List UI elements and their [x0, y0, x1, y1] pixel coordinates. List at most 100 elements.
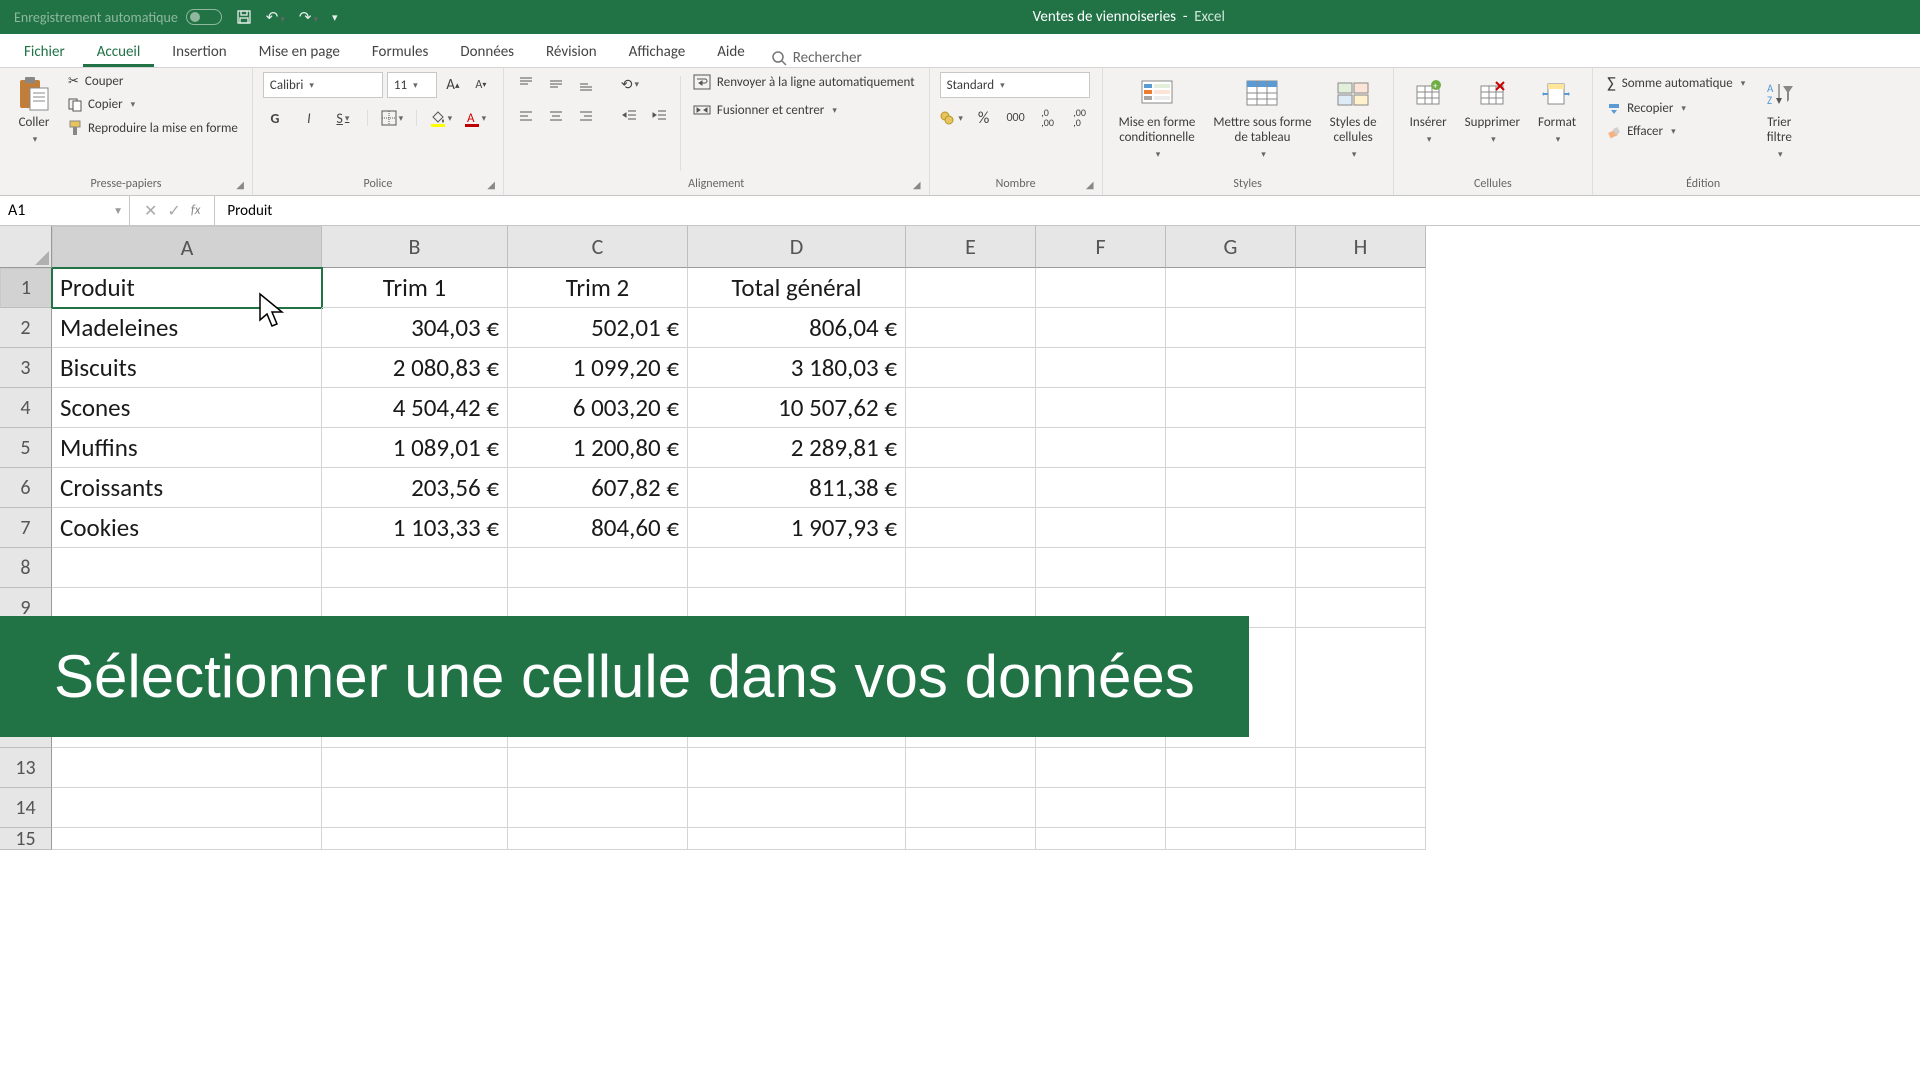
autosum-button[interactable]: ∑ Somme automatique [1603, 72, 1749, 95]
increase-decimal-icon[interactable]: ,0,00 [1036, 106, 1060, 130]
cell[interactable]: Madeleines [52, 308, 322, 348]
cell[interactable]: 10 507,62 € [688, 388, 906, 428]
cell[interactable] [1166, 748, 1296, 788]
cell[interactable]: 811,38 € [688, 468, 906, 508]
row-header[interactable]: 5 [0, 428, 52, 468]
cell[interactable] [1036, 388, 1166, 428]
align-center-icon[interactable] [544, 104, 568, 128]
clipboard-launcher-icon[interactable]: ◢ [236, 178, 244, 191]
insert-cells-button[interactable]: + Insérer [1404, 72, 1453, 149]
orientation-icon[interactable]: ⟲ [618, 72, 642, 96]
cell[interactable] [1166, 348, 1296, 388]
save-icon[interactable] [236, 9, 252, 25]
row-header[interactable]: 1 [0, 268, 52, 308]
cell[interactable]: 607,82 € [508, 468, 688, 508]
align-top-icon[interactable] [514, 72, 538, 96]
tab-view[interactable]: Affichage [615, 35, 700, 67]
autosave-toggle[interactable]: Enregistrement automatique [14, 9, 222, 26]
cell[interactable] [508, 828, 688, 850]
row-header[interactable]: 3 [0, 348, 52, 388]
cell[interactable] [906, 308, 1036, 348]
cell[interactable]: Trim 2 [508, 268, 688, 308]
cell[interactable]: Scones [52, 388, 322, 428]
cell[interactable] [1166, 788, 1296, 828]
row-header[interactable]: 7 [0, 508, 52, 548]
percent-format-icon[interactable]: % [972, 106, 996, 130]
row-header[interactable]: 14 [0, 788, 52, 828]
comma-format-icon[interactable]: 000 [1004, 106, 1028, 130]
undo-icon[interactable]: ↶ [266, 8, 285, 27]
col-header-e[interactable]: E [906, 226, 1036, 268]
increase-font-icon[interactable]: A▴ [441, 73, 465, 97]
cell[interactable] [1296, 388, 1426, 428]
cell[interactable] [1036, 428, 1166, 468]
cell[interactable] [906, 828, 1036, 850]
cell[interactable]: 203,56 € [322, 468, 508, 508]
cell[interactable] [1296, 548, 1426, 588]
cell[interactable] [322, 748, 508, 788]
cut-button[interactable]: ✂ Couper [64, 72, 242, 91]
cell[interactable]: 502,01 € [508, 308, 688, 348]
cell[interactable] [1166, 428, 1296, 468]
cell[interactable] [1036, 308, 1166, 348]
cell[interactable] [1036, 788, 1166, 828]
cell[interactable]: 2 289,81 € [688, 428, 906, 468]
format-painter-button[interactable]: Reproduire la mise en forme [64, 118, 242, 138]
cell[interactable]: Total général [688, 268, 906, 308]
cell[interactable] [52, 828, 322, 850]
col-header-h[interactable]: H [1296, 226, 1426, 268]
cell[interactable] [1166, 388, 1296, 428]
cell[interactable]: Cookies [52, 508, 322, 548]
cell[interactable] [1296, 748, 1426, 788]
cell[interactable] [1036, 548, 1166, 588]
align-right-icon[interactable] [574, 104, 598, 128]
copy-button[interactable]: Copier [64, 95, 242, 114]
cell[interactable] [906, 388, 1036, 428]
col-header-f[interactable]: F [1036, 226, 1166, 268]
cell[interactable] [52, 548, 322, 588]
conditional-format-button[interactable]: Mise en forme conditionnelle [1113, 72, 1202, 164]
font-launcher-icon[interactable]: ◢ [487, 178, 495, 191]
cell[interactable] [906, 428, 1036, 468]
wrap-text-button[interactable]: Renvoyer à la ligne automatiquement [689, 72, 919, 92]
delete-cells-button[interactable]: Supprimer [1459, 72, 1526, 149]
bold-button[interactable]: G [263, 106, 287, 130]
paste-button[interactable]: Coller [10, 72, 58, 149]
tab-file[interactable]: Fichier [10, 35, 79, 67]
cell[interactable] [906, 748, 1036, 788]
fill-button[interactable]: Recopier [1603, 99, 1749, 118]
cell[interactable] [688, 788, 906, 828]
cell[interactable] [906, 548, 1036, 588]
cell[interactable] [52, 748, 322, 788]
cell[interactable] [1296, 308, 1426, 348]
cell[interactable] [1036, 828, 1166, 850]
cell[interactable]: Croissants [52, 468, 322, 508]
italic-button[interactable]: I [297, 106, 321, 130]
cell[interactable] [1036, 468, 1166, 508]
cell[interactable] [508, 788, 688, 828]
cell[interactable]: Muffins [52, 428, 322, 468]
borders-button[interactable] [380, 106, 404, 130]
row-header[interactable]: 4 [0, 388, 52, 428]
sort-filter-button[interactable]: AZ Trier filtre [1755, 72, 1803, 164]
cell[interactable]: 1 089,01 € [322, 428, 508, 468]
tab-formulas[interactable]: Formules [358, 35, 442, 67]
tab-review[interactable]: Révision [532, 35, 611, 67]
number-launcher-icon[interactable]: ◢ [1086, 178, 1094, 191]
cell[interactable] [1296, 828, 1426, 850]
cell[interactable] [906, 468, 1036, 508]
cell[interactable]: 2 080,83 € [322, 348, 508, 388]
align-launcher-icon[interactable]: ◢ [913, 178, 921, 191]
tab-data[interactable]: Données [446, 35, 528, 67]
cell[interactable] [1166, 468, 1296, 508]
cell[interactable] [688, 548, 906, 588]
font-name-select[interactable]: Calibri [263, 72, 383, 98]
cell[interactable] [1036, 348, 1166, 388]
increase-indent-icon[interactable] [648, 104, 672, 128]
tab-layout[interactable]: Mise en page [245, 35, 354, 67]
align-left-icon[interactable] [514, 104, 538, 128]
cell[interactable]: 1 099,20 € [508, 348, 688, 388]
cell[interactable] [1296, 348, 1426, 388]
merge-center-button[interactable]: Fusionner et centrer [689, 100, 919, 120]
cell[interactable] [906, 788, 1036, 828]
